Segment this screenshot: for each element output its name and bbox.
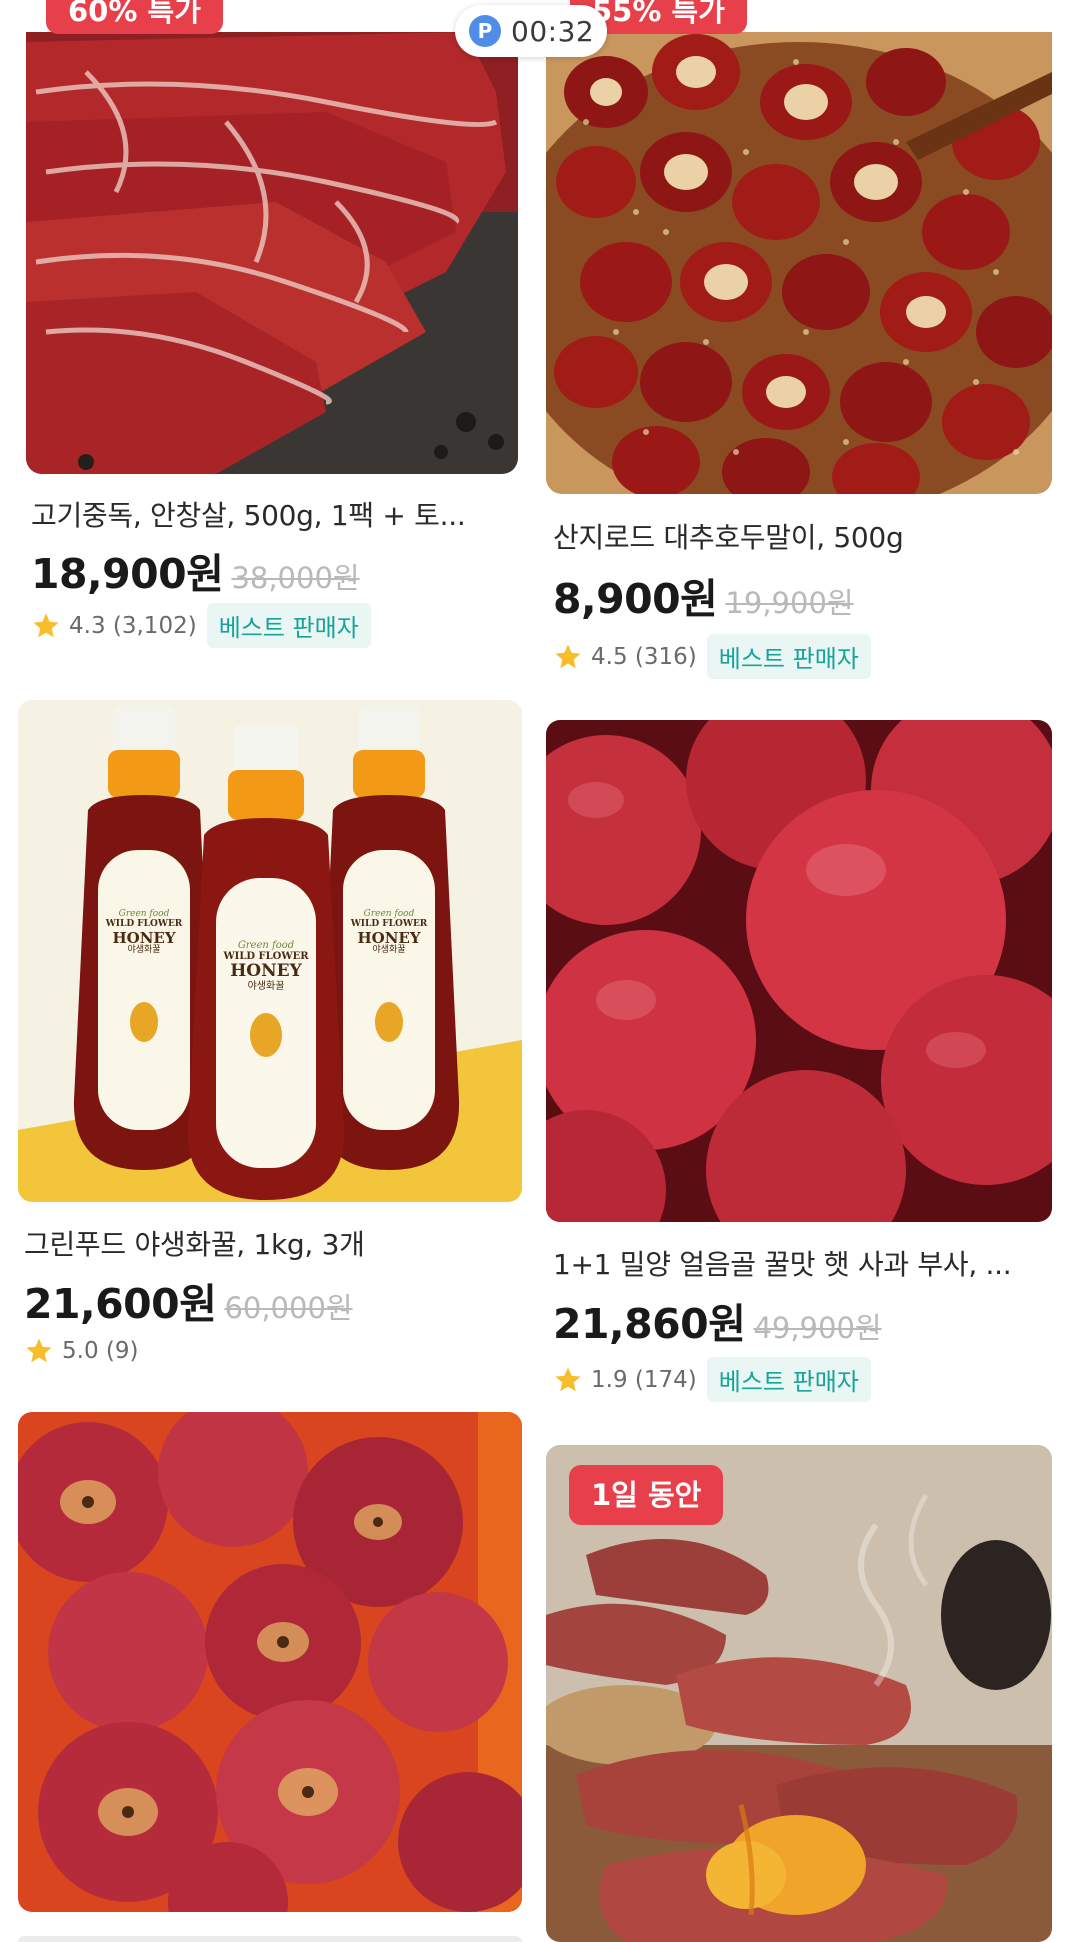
sale-price: 21,860원 xyxy=(553,1300,746,1348)
rating-row: 5.0 (9) xyxy=(24,1336,138,1366)
sale-price: 8,900원 xyxy=(553,575,718,623)
price-row: 18,900원 38,000원 xyxy=(31,540,360,600)
star-icon xyxy=(555,644,581,668)
product-card-apple-box[interactable] xyxy=(0,1400,536,1942)
rating-row: 4.3 (3,102) 베스트 판매자 xyxy=(31,603,371,648)
rating-text: 4.3 (3,102) xyxy=(69,612,197,639)
price-row: 21,860원 49,900원 xyxy=(553,1290,882,1350)
discount-badge: 60% 특가 xyxy=(46,0,223,34)
limited-time-badge: 1일 동안 xyxy=(569,1465,724,1525)
rating-text: 1.9 (174) xyxy=(591,1366,697,1393)
product-image-jujube[interactable] xyxy=(546,32,1052,494)
honey-label-left: Green food WILD FLOWER HONEY 야생화꿀 xyxy=(105,909,183,956)
best-seller-badge: 베스트 판매자 xyxy=(206,603,371,648)
original-price: 49,900원 xyxy=(753,1311,882,1345)
price-row: 8,900원 19,900원 xyxy=(553,565,854,625)
star-icon xyxy=(555,1367,581,1391)
best-seller-badge: 베스트 판매자 xyxy=(706,634,871,679)
p-point-icon: P xyxy=(469,15,501,47)
product-image-apple[interactable] xyxy=(546,720,1052,1222)
sale-price: 18,900원 xyxy=(31,550,224,598)
product-card-jujube[interactable]: 55% 특가 산지로드 대추호두말이, 500g 8,900원 19,900원 … xyxy=(536,0,1072,690)
original-price: 38,000원 xyxy=(231,561,360,595)
original-price: 60,000원 xyxy=(224,1291,353,1325)
product-title[interactable]: 고기중독, 안창살, 500g, 1팩 + 토... xyxy=(31,494,501,534)
original-price: 19,900원 xyxy=(725,586,854,620)
product-title[interactable]: 산지로드 대추호두말이, 500g xyxy=(553,516,1043,556)
product-card-sweet-potato[interactable]: 1일 동안 xyxy=(536,1430,1072,1942)
star-icon xyxy=(26,1338,52,1363)
honey-label-right: Green food WILD FLOWER HONEY 야생화꿀 xyxy=(350,909,428,956)
point-timer[interactable]: P 00:32 xyxy=(455,5,607,57)
next-row-divider xyxy=(18,1936,522,1942)
rating-row: 1.9 (174) 베스트 판매자 xyxy=(553,1357,871,1402)
product-image-beef[interactable] xyxy=(26,32,518,474)
timer-text: 00:32 xyxy=(511,14,595,48)
rating-row: 4.5 (316) 베스트 판매자 xyxy=(553,634,871,679)
product-card-beef[interactable]: 60% 특가 고기중독, 안창살, 500g, 1팩 + 토... 18,900… xyxy=(0,0,536,690)
star-icon xyxy=(33,613,59,637)
product-image-honey[interactable]: Green food WILD FLOWER HONEY 야생화꿀 Green … xyxy=(18,700,522,1202)
honey-label-center: Green food WILD FLOWER HONEY 야생화꿀 xyxy=(223,940,309,992)
best-seller-badge: 베스트 판매자 xyxy=(706,1357,871,1402)
price-row: 21,600원 60,000원 xyxy=(24,1270,353,1330)
rating-text: 4.5 (316) xyxy=(591,643,697,670)
sale-price: 21,600원 xyxy=(24,1280,217,1328)
product-card-honey[interactable]: Green food WILD FLOWER HONEY 야생화꿀 Green … xyxy=(0,690,536,1390)
product-image-apple-box[interactable] xyxy=(18,1412,522,1912)
product-feed: P 00:32 60% 특가 고기중독, 안창살, 500g, 1팩 + 토..… xyxy=(0,0,1072,1942)
product-title[interactable]: 그린푸드 야생화꿀, 1kg, 3개 xyxy=(24,1223,504,1263)
product-title[interactable]: 1+1 밀양 얼음골 꿀맛 햇 사과 부사, ... xyxy=(553,1243,1053,1283)
rating-text: 5.0 (9) xyxy=(62,1338,139,1364)
product-card-apple[interactable]: 1+1 밀양 얼음골 꿀맛 햇 사과 부사, ... 21,860원 49,90… xyxy=(536,690,1072,1410)
